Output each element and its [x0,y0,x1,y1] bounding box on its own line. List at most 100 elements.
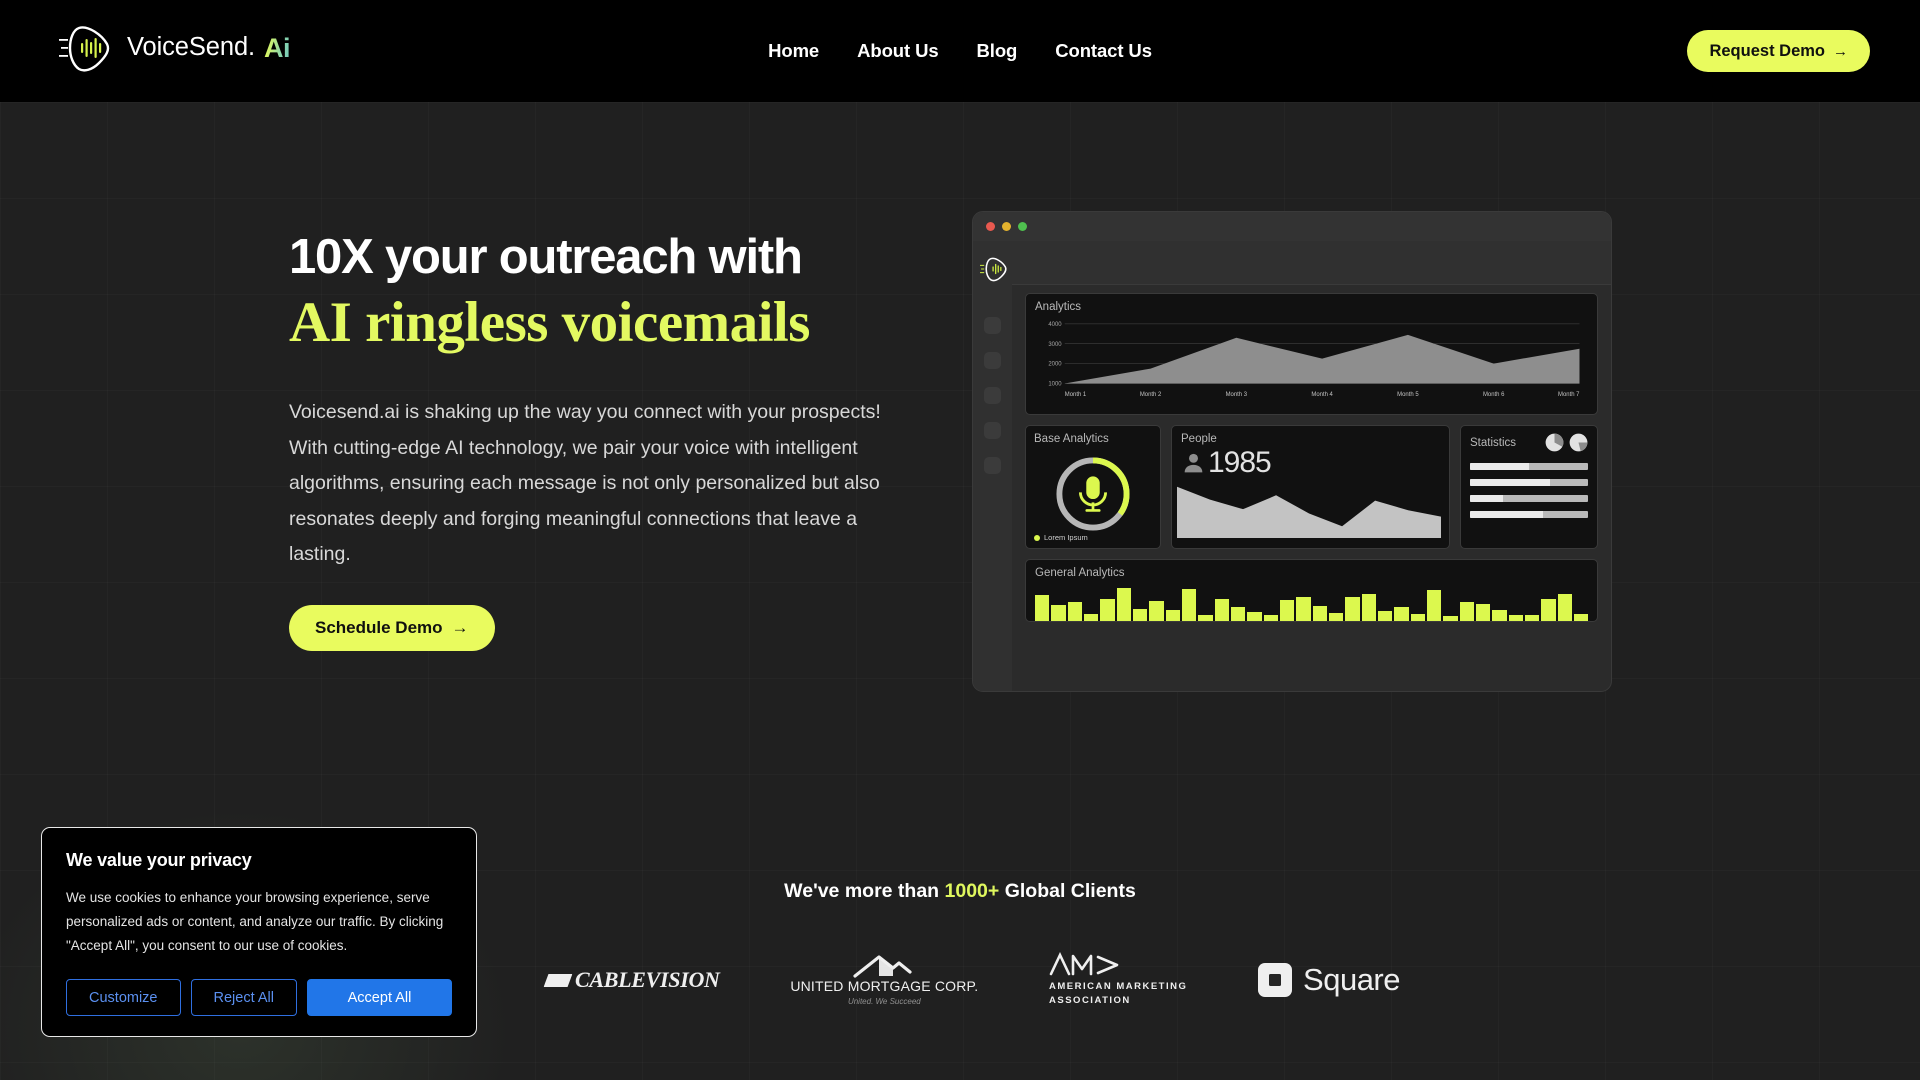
cablevision-wordmark: CABLEVISION [575,967,720,992]
people-area-chart [1177,486,1442,538]
general-analytics-bar [1132,608,1148,621]
general-analytics-bar [1263,614,1278,621]
general-analytics-bar [1328,613,1344,621]
analytics-card-title: Analytics [1035,301,1082,313]
statistics-bars [1470,463,1588,518]
ama-logo-icon [1049,952,1119,976]
general-analytics-bar [1279,600,1295,621]
general-analytics-bar [1345,597,1360,621]
clients-heading-post: Global Clients [999,880,1136,902]
general-analytics-bar [1377,610,1393,621]
cookie-banner-body: We use cookies to enhance your browsing … [66,890,444,953]
pie-chart-b-icon [1569,433,1588,452]
nav-item-contact-us[interactable]: Contact Us [1055,40,1152,62]
donut-chart [1056,457,1130,531]
base-analytics-legend: Lorem Ipsum [1034,533,1088,542]
general-analytics-bar [1394,607,1409,621]
general-analytics-bar [1296,596,1311,621]
general-analytics-bar [1247,611,1262,621]
svg-text:2000: 2000 [1048,362,1062,368]
statistics-pies [1545,433,1588,452]
request-demo-label: Request Demo [1709,41,1825,60]
statistics-card-title: Statistics [1470,436,1517,449]
cookie-banner-actions: Customize Reject All Accept All [66,979,452,1016]
cablevision-mark-icon [544,974,573,987]
general-analytics-bar [1230,606,1246,621]
general-analytics-bar [1181,589,1197,621]
mock-sidebar [973,241,1012,691]
mock-sidebar-item-1[interactable] [984,317,1001,334]
general-analytics-bar [1426,590,1442,621]
site-header: VoiceSend. Ai Home About Us Blog Contact… [0,0,1920,102]
square-wordmark: Square [1303,962,1400,997]
general-analytics-bar [1312,605,1327,621]
mock-sidebar-item-3[interactable] [984,387,1001,404]
mock-sidebar-item-2[interactable] [984,352,1001,369]
general-analytics-bar [1573,613,1589,621]
voice-play-logo-icon [980,257,1007,282]
cookie-consent-banner: We value your privacy We use cookies to … [41,827,477,1037]
window-maximize-dot-icon [1018,222,1027,231]
mock-sidebar-item-5[interactable] [984,457,1001,474]
analytics-area-chart: 1000 2000 3000 4000 Month 1 Month 2 Month 3 Mon… [1048,322,1580,398]
clients-count: 1000+ [944,880,1000,902]
client-logo-ama: AMERICAN MARKETING ASSOCIATION [1049,952,1187,1008]
general-analytics-card-title: General Analytics [1035,567,1125,579]
people-card-title: People [1181,433,1217,445]
accept-all-cookies-button[interactable]: Accept All [306,979,452,1016]
svg-text:Month 7: Month 7 [1558,392,1579,398]
mock-sidebar-item-4[interactable] [984,422,1001,439]
people-metric: 1985 [1181,448,1440,478]
general-analytics-bar [1475,604,1491,621]
general-analytics-bar [1149,600,1164,621]
svg-text:4000: 4000 [1048,322,1062,328]
mock-window-titlebar [973,212,1611,241]
united-mortgage-wordmark: UNITED MORTGAGE CORP. [790,978,979,994]
general-analytics-bar [1557,593,1572,621]
statistics-bar-fill [1470,511,1544,518]
legend-label: Lorem Ipsum [1044,533,1088,542]
hero-paragraph: Voicesend.ai is shaking up the way you c… [289,401,881,566]
base-analytics-card-title: Base Analytics [1034,433,1109,445]
statistics-card: Statistics [1460,425,1598,549]
statistics-bar-fill [1470,479,1551,486]
statistics-bar-fill [1470,463,1529,470]
general-analytics-bar [1116,587,1131,621]
clients-heading-pre: We've more than [784,880,945,902]
cookie-banner-title: We value your privacy [66,850,252,870]
client-logo-cablevision: CABLEVISION [545,967,720,993]
nav-item-blog[interactable]: Blog [977,40,1018,62]
customize-cookies-button[interactable]: Customize [66,979,181,1016]
nav-item-about-us[interactable]: About Us [857,40,939,62]
united-mortgage-tagline: United. We Succeed [847,997,921,1006]
general-analytics-card: General Analytics [1025,559,1598,622]
main-nav: Home About Us Blog Contact Us [0,0,1920,102]
client-logo-united-mortgage: UNITED MORTGAGE CORP. United. We Succeed [790,954,978,1006]
svg-text:Month 1: Month 1 [1065,392,1087,398]
headline-line-2: AI ringless voicemails [289,291,810,355]
general-analytics-bar [1067,602,1082,621]
microphone-icon [1078,476,1108,512]
nav-item-home[interactable]: Home [768,40,819,62]
statistics-bar [1470,495,1588,502]
svg-text:Month 2: Month 2 [1140,392,1161,398]
general-analytics-bars [1035,585,1589,621]
svg-text:Month 3: Month 3 [1226,392,1248,398]
landing-page: VoiceSend. Ai Home About Us Blog Contact… [0,0,1920,1080]
square-mark-icon [1258,963,1293,997]
reject-all-cookies-button[interactable]: Reject All [190,979,297,1016]
statistics-bar [1470,479,1588,486]
statistics-bar [1470,463,1588,470]
window-minimize-dot-icon [1002,222,1011,231]
window-close-dot-icon [986,222,995,231]
arrow-right-icon: → [1833,42,1848,60]
general-analytics-bar [1083,613,1099,621]
base-analytics-card: Base Analytics Lorem Ipsum [1025,425,1161,549]
house-roof-icon [853,955,912,978]
page-title: 10X your outreach with AI ringless voice… [289,231,949,355]
general-analytics-bar [1541,599,1556,621]
schedule-demo-button[interactable]: Schedule Demo → [289,604,495,651]
general-analytics-bar [1459,602,1474,621]
request-demo-button[interactable]: Request Demo → [1687,30,1870,72]
analytics-card: Analytics 1000 2000 3000 4000 Month 1 Month 2… [1025,293,1598,415]
